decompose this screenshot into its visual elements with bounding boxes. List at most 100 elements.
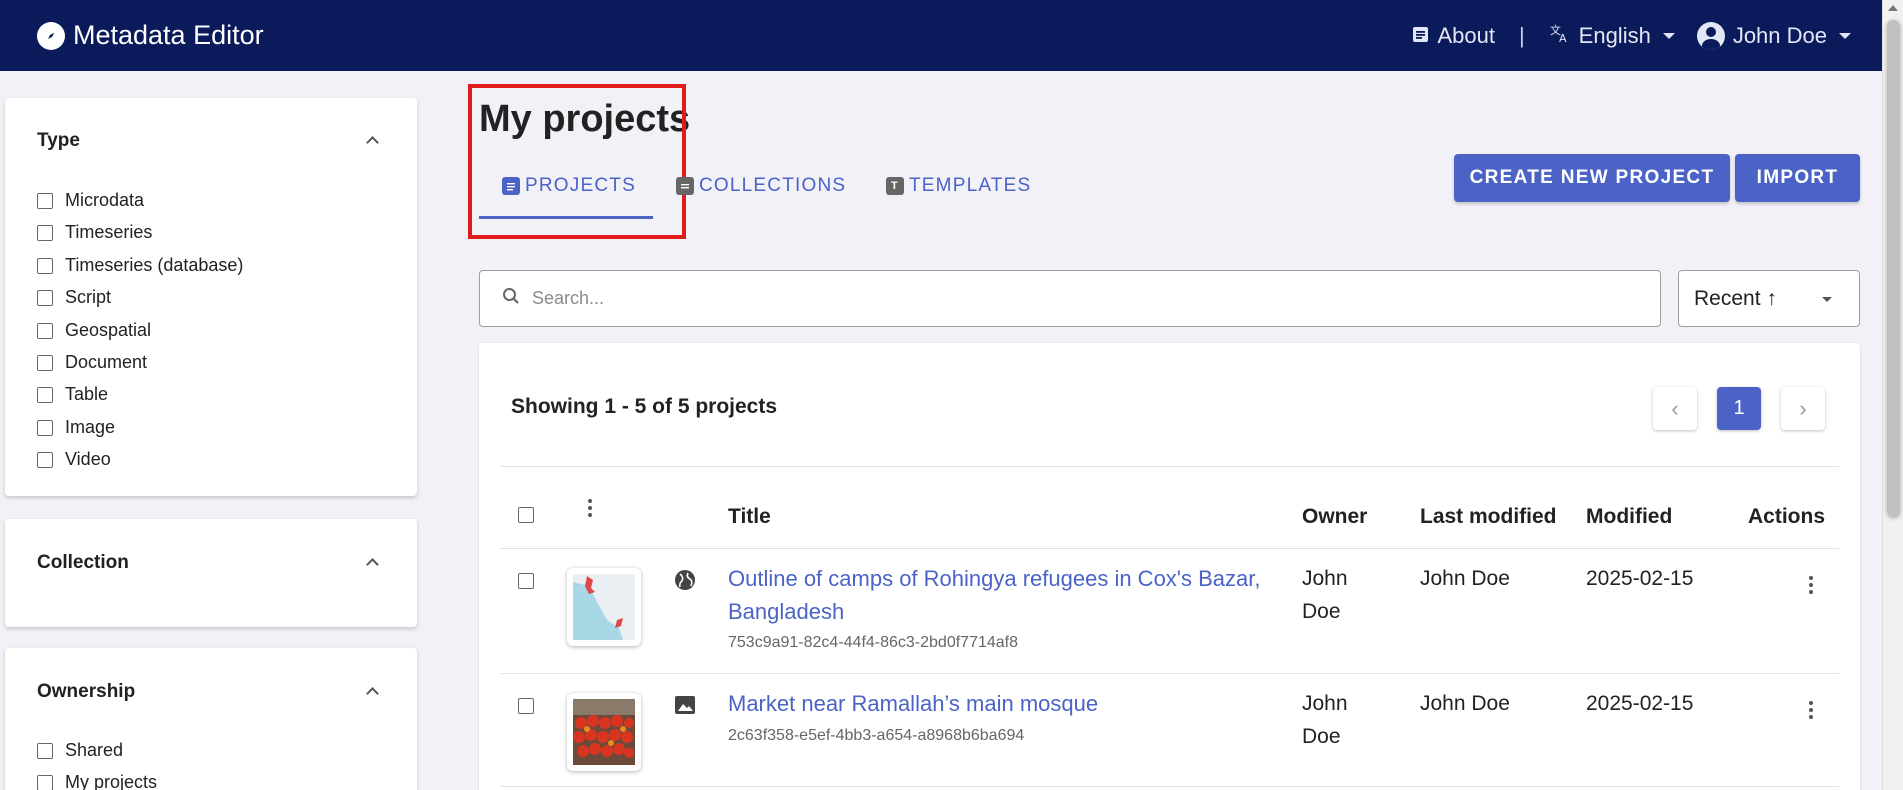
divider	[500, 548, 1839, 549]
document-icon	[502, 177, 520, 195]
language-label: English	[1578, 22, 1651, 48]
create-project-button[interactable]: CREATE NEW PROJECT	[1454, 154, 1730, 202]
active-tab-indicator	[479, 216, 653, 219]
checkbox[interactable]	[37, 354, 53, 371]
project-title-link[interactable]: Market near Ramallah’s main mosque	[728, 687, 1098, 720]
filter-type-timeseries-db[interactable]: Timeseries (database)	[37, 255, 243, 276]
column-modified[interactable]: Modified	[1586, 505, 1672, 529]
import-button[interactable]: IMPORT	[1735, 154, 1860, 202]
checkbox[interactable]	[37, 257, 53, 274]
chevron-up-icon[interactable]	[366, 558, 379, 571]
divider	[500, 786, 1839, 787]
more-vert-icon[interactable]	[587, 499, 593, 517]
divider	[500, 673, 1839, 674]
collection-icon	[676, 177, 694, 195]
filter-type-image[interactable]: Image	[37, 417, 115, 438]
map-thumbnail	[567, 568, 641, 646]
checkbox[interactable]	[37, 386, 53, 403]
filter-type-video[interactable]: Video	[37, 449, 111, 470]
column-title[interactable]: Title	[728, 505, 771, 529]
search-box[interactable]: Search...	[479, 270, 1661, 327]
filter-type-document[interactable]: Document	[37, 352, 147, 373]
filter-collection-card: Collection	[5, 519, 417, 627]
results-count: Showing 1 - 5 of 5 projects	[511, 395, 778, 418]
checkbox[interactable]	[37, 224, 53, 241]
scrollbar-thumb[interactable]	[1887, 20, 1900, 517]
translate-icon: 文A	[1549, 22, 1571, 50]
project-list-panel: Showing 1 - 5 of 5 projects ‹ 1 › Title …	[479, 343, 1860, 790]
sort-value: Recent ↑	[1694, 286, 1777, 310]
chevron-down-icon	[1822, 297, 1832, 302]
compass-icon	[37, 21, 65, 50]
user-menu[interactable]: John Doe	[1696, 21, 1851, 50]
about-link[interactable]: About	[1412, 23, 1495, 49]
about-icon	[1412, 23, 1429, 49]
filter-type-table[interactable]: Table	[37, 384, 108, 405]
tab-collections[interactable]: COLLECTIONS	[676, 175, 846, 197]
search-input[interactable]: Search...	[532, 288, 604, 309]
project-title-link[interactable]: Outline of camps of Rohingya refugees in…	[728, 562, 1260, 628]
filter-type-geospatial[interactable]: Geospatial	[37, 320, 151, 341]
checkbox[interactable]	[37, 192, 53, 209]
filter-ownership-shared[interactable]: Shared	[37, 740, 123, 761]
language-dropdown[interactable]: 文A English	[1549, 22, 1675, 50]
svg-text:A: A	[1559, 32, 1567, 44]
template-icon: T	[886, 177, 904, 195]
row-actions-icon[interactable]	[1808, 701, 1814, 719]
checkbox[interactable]	[37, 451, 53, 468]
project-id: 2c63f358-e5ef-4bb3-a654-a8968b6ba694	[728, 727, 1025, 744]
filter-ownership-title: Ownership	[37, 681, 136, 702]
top-nav-links: About | 文A English John Doe	[1412, 0, 1851, 71]
column-actions: Actions	[1748, 505, 1826, 528]
filter-type-script[interactable]: Script	[37, 287, 111, 308]
chevron-up-icon[interactable]	[366, 136, 379, 149]
chevron-down-icon	[1662, 32, 1675, 39]
divider	[500, 466, 1839, 467]
column-last-modified[interactable]: Last modified	[1420, 505, 1557, 529]
row-checkbox[interactable]	[518, 698, 534, 714]
globe-icon	[674, 569, 696, 596]
image-icon	[674, 695, 696, 720]
about-label: About	[1437, 22, 1495, 48]
checkbox[interactable]	[37, 742, 53, 759]
project-modified-date: 2025-02-15	[1586, 567, 1694, 590]
row-actions-icon[interactable]	[1808, 576, 1814, 594]
select-all-checkbox[interactable]	[518, 507, 534, 523]
filter-type-card: Type Microdata Timeseries Timeseries (da…	[5, 98, 417, 496]
project-owner: John Doe	[1302, 692, 1348, 748]
project-owner: John Doe	[1302, 567, 1348, 623]
user-name: John Doe	[1732, 22, 1827, 48]
sort-select[interactable]: Recent ↑	[1678, 270, 1860, 327]
row-checkbox[interactable]	[518, 573, 534, 589]
account-icon	[1696, 21, 1725, 50]
filter-collection-title: Collection	[37, 552, 129, 573]
checkbox[interactable]	[37, 322, 53, 339]
top-navbar: Metadata Editor About | 文A English John …	[0, 0, 1903, 71]
project-last-modified-by: John Doe	[1420, 567, 1510, 590]
filter-ownership-card: Ownership Shared My projects	[5, 648, 417, 790]
nav-separator: |	[1518, 22, 1525, 48]
checkbox[interactable]	[37, 419, 53, 436]
photo-thumbnail	[567, 693, 641, 771]
search-icon	[502, 287, 520, 310]
filter-type-title: Type	[37, 130, 80, 151]
project-id: 753c9a91-82c4-44f4-86c3-2bd0f7714af8	[728, 634, 1019, 651]
column-owner[interactable]: Owner	[1302, 505, 1367, 529]
prev-page-button[interactable]: ‹	[1653, 387, 1697, 430]
project-modified-date: 2025-02-15	[1586, 692, 1694, 715]
scroll-up-icon[interactable]	[1888, 5, 1898, 11]
checkbox[interactable]	[37, 774, 53, 790]
chevron-down-icon	[1839, 32, 1851, 39]
project-last-modified-by: John Doe	[1420, 692, 1510, 715]
checkbox[interactable]	[37, 289, 53, 306]
page-1-button[interactable]: 1	[1717, 387, 1761, 430]
tab-templates[interactable]: T TEMPLATES	[886, 175, 1031, 197]
next-page-button[interactable]: ›	[1781, 387, 1825, 430]
app-brand[interactable]: Metadata Editor	[37, 0, 264, 71]
filter-ownership-mine[interactable]: My projects	[37, 772, 157, 790]
chevron-up-icon[interactable]	[366, 687, 379, 700]
filter-type-timeseries[interactable]: Timeseries	[37, 222, 152, 243]
tab-projects[interactable]: PROJECTS	[502, 175, 636, 197]
page-scrollbar[interactable]	[1882, 0, 1903, 790]
filter-type-microdata[interactable]: Microdata	[37, 190, 144, 211]
